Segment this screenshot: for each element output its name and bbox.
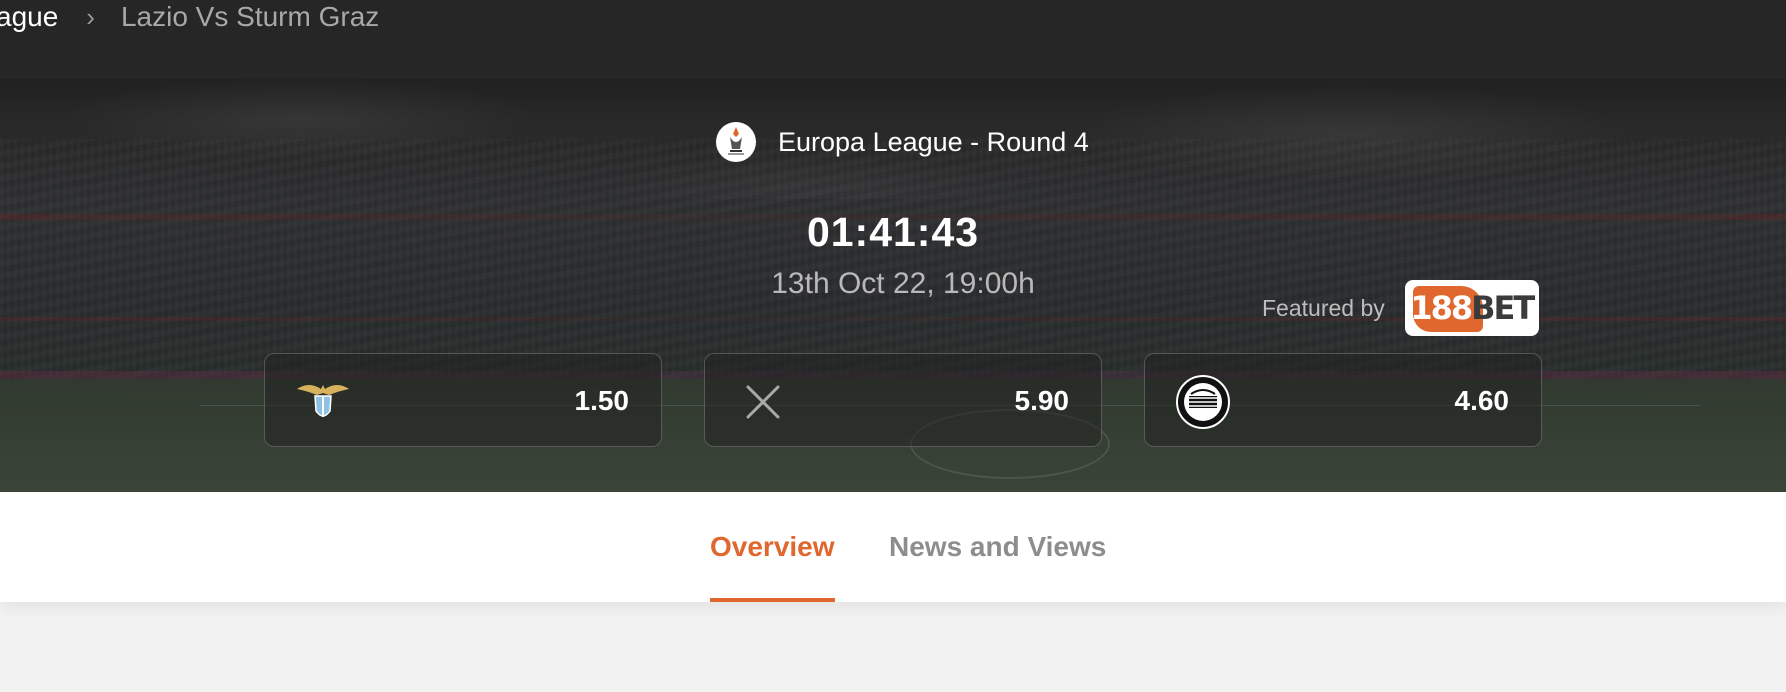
competition-row: Europa League - Round 4 bbox=[716, 122, 1089, 162]
featured-sponsor: Featured by 188BET bbox=[1262, 280, 1539, 336]
draw-x-icon bbox=[735, 374, 791, 430]
breadcrumb-bar: ague › Lazio Vs Sturm Graz bbox=[0, 0, 1786, 79]
odds-draw-value: 5.90 bbox=[1014, 385, 1070, 416]
countdown-timer: 01:41:43 bbox=[806, 209, 980, 255]
sponsor-logo[interactable]: 188BET bbox=[1404, 280, 1539, 336]
competition-title: Europa League - Round 4 bbox=[778, 126, 1089, 157]
match-page: ague › Lazio Vs Sturm Graz Europa League… bbox=[0, 0, 1786, 692]
chevron-right-icon: › bbox=[86, 2, 95, 32]
odds-away-button[interactable]: 4.60 bbox=[1144, 353, 1542, 447]
odds-row: 1.50 5.90 4.60 bbox=[264, 353, 1542, 447]
breadcrumb-current: Lazio Vs Sturm Graz bbox=[120, 1, 380, 32]
breadcrumb: ague › Lazio Vs Sturm Graz bbox=[0, 0, 379, 34]
tab-overview[interactable]: Overview bbox=[710, 492, 835, 602]
europa-league-logo-icon bbox=[716, 122, 756, 162]
tab-news-and-views[interactable]: News and Views bbox=[889, 492, 1106, 602]
breadcrumb-parent-link[interactable]: ague bbox=[0, 0, 58, 34]
odds-away-value: 4.60 bbox=[1454, 385, 1510, 416]
odds-home-value: 1.50 bbox=[574, 385, 630, 416]
lazio-crest-icon bbox=[295, 374, 351, 430]
match-hero: Europa League - Round 4 01:41:43 13th Oc… bbox=[0, 79, 1786, 492]
sturm-graz-crest-icon bbox=[1175, 374, 1231, 430]
sponsor-logo-text: 188BET bbox=[1410, 289, 1535, 327]
tabs-bar: Overview News and Views bbox=[0, 492, 1786, 602]
featured-label: Featured by bbox=[1262, 294, 1385, 321]
odds-draw-button[interactable]: 5.90 bbox=[704, 353, 1102, 447]
odds-home-button[interactable]: 1.50 bbox=[264, 353, 662, 447]
